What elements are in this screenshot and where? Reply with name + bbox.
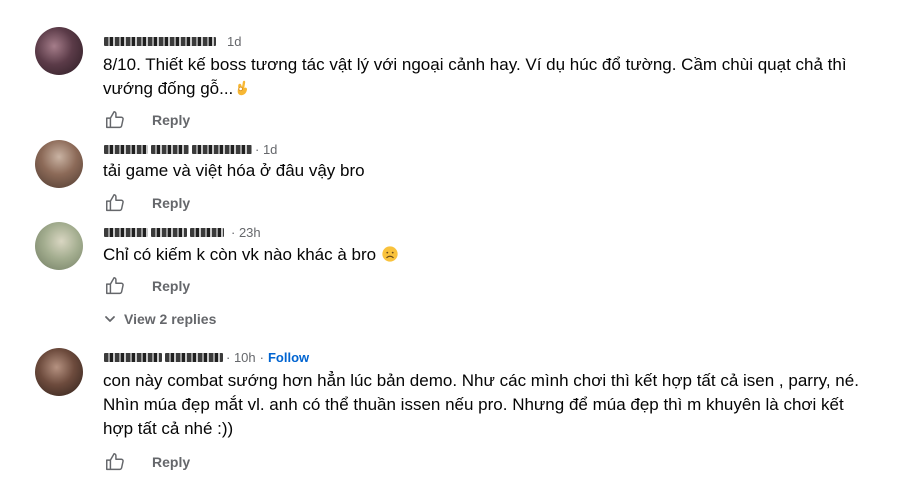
avatar[interactable] xyxy=(35,348,83,396)
comment-actions: Reply xyxy=(104,109,190,131)
author-name[interactable] xyxy=(151,144,189,154)
author-name[interactable] xyxy=(192,144,252,154)
comment-time[interactable]: · 1d xyxy=(255,142,277,157)
comment-text: con này combat sướng hơn hẳn lúc bản dem… xyxy=(103,369,863,441)
comment-time[interactable]: 1d xyxy=(227,34,241,49)
author-name[interactable] xyxy=(151,227,187,237)
comment-actions: Reply xyxy=(104,275,190,297)
author-name[interactable] xyxy=(104,227,148,237)
like-icon[interactable] xyxy=(104,109,126,131)
author-name[interactable] xyxy=(104,144,148,154)
reply-button[interactable]: Reply xyxy=(152,195,190,211)
comment-time[interactable]: · 23h xyxy=(231,225,261,240)
author-name[interactable] xyxy=(165,352,223,362)
comment-time[interactable]: · 10h xyxy=(226,350,256,365)
comment-meta: · 10h · Follow xyxy=(104,349,309,365)
avatar[interactable] xyxy=(35,140,83,188)
comment-body: 8/10. Thiết kế boss tương tác vật lý với… xyxy=(103,55,847,98)
view-replies-label: View 2 replies xyxy=(124,311,217,327)
view-replies-button[interactable]: View 2 replies xyxy=(104,309,216,329)
follow-button[interactable]: Follow xyxy=(268,350,309,365)
author-name[interactable] xyxy=(104,352,162,362)
like-icon[interactable] xyxy=(104,275,126,297)
reply-button[interactable]: Reply xyxy=(152,112,190,128)
avatar[interactable] xyxy=(35,222,83,270)
ok-hand-emoji-icon xyxy=(237,80,248,96)
like-icon[interactable] xyxy=(104,192,126,214)
like-icon[interactable] xyxy=(104,451,126,473)
reply-button[interactable]: Reply xyxy=(152,278,190,294)
comment-meta: · 23h xyxy=(104,224,261,240)
avatar[interactable] xyxy=(35,27,83,75)
comment-body: Chỉ có kiếm k còn vk nào khác à bro xyxy=(103,245,377,264)
comment-text: tải game và việt hóa ở đâu vậy bro xyxy=(103,159,863,183)
comment-body: con này combat sướng hơn hẳn lúc bản dem… xyxy=(103,371,859,438)
chevron-down-icon xyxy=(105,316,115,322)
comment-meta: 1d xyxy=(104,33,241,49)
author-name[interactable] xyxy=(190,227,224,237)
separator-dot: · xyxy=(259,349,264,365)
comment-actions: Reply xyxy=(104,192,190,214)
comment-text: 8/10. Thiết kế boss tương tác vật lý với… xyxy=(103,53,863,101)
comment-actions: Reply xyxy=(104,451,190,473)
comment-text: Chỉ có kiếm k còn vk nào khác à bro xyxy=(103,243,863,267)
comment-body: tải game và việt hóa ở đâu vậy bro xyxy=(103,161,365,180)
author-name[interactable] xyxy=(104,36,216,46)
reply-button[interactable]: Reply xyxy=(152,454,190,470)
disappointed-face-emoji-icon xyxy=(382,246,398,262)
comment-meta: · 1d xyxy=(104,141,277,157)
